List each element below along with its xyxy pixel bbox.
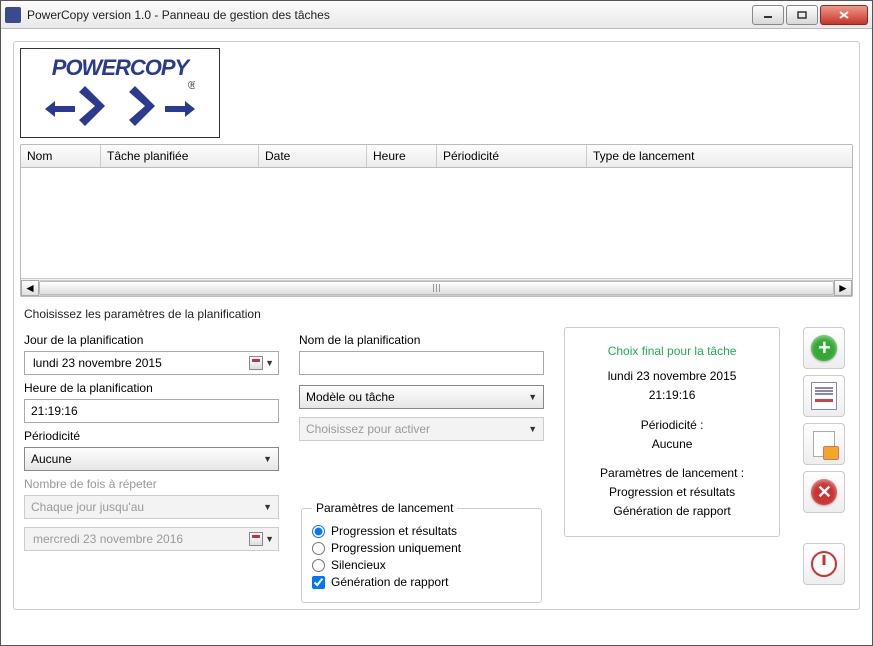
- date-picker[interactable]: lundi 23 novembre 2015 ▼: [24, 351, 279, 375]
- column-name-launch: Nom de la planification Modèle ou tâche …: [299, 327, 544, 603]
- plan-name-label: Nom de la planification: [299, 333, 544, 347]
- delete-button[interactable]: ✕: [803, 471, 845, 513]
- col-date[interactable]: Date: [259, 145, 367, 167]
- summary-periodicity-label: Périodicité :: [573, 416, 771, 435]
- section-title: Choisissez les paramètres de la planific…: [24, 307, 853, 321]
- app-icon: [5, 7, 21, 23]
- grid-header: Nom Tâche planifiée Date Heure Périodici…: [21, 145, 852, 168]
- repeat-label: Nombre de fois à répeter: [24, 477, 279, 491]
- close-button[interactable]: [820, 5, 868, 25]
- calendar-icon: [249, 532, 263, 546]
- logo-text: POWERCOPY: [52, 55, 188, 81]
- plan-name-input[interactable]: [299, 351, 544, 375]
- add-button[interactable]: +: [803, 327, 845, 369]
- col-type[interactable]: Type de lancement: [587, 145, 852, 167]
- periodicity-dropdown[interactable]: Aucune ▼: [24, 447, 279, 471]
- summary-time: 21:19:16: [573, 386, 771, 405]
- scroll-track[interactable]: [39, 280, 834, 296]
- col-nom[interactable]: Nom: [21, 145, 101, 167]
- radio-silent[interactable]: Silencieux: [312, 558, 531, 572]
- horizontal-scrollbar[interactable]: ◄ ►: [21, 278, 852, 296]
- content: POWERCOPY ® Nom Tâche planifiée Date: [1, 29, 872, 645]
- periodicity-value: Aucune: [31, 452, 72, 466]
- summary-periodicity-value: Aucune: [573, 435, 771, 454]
- until-date-picker: mercredi 23 novembre 2016 ▼: [24, 527, 279, 551]
- task-grid[interactable]: Nom Tâche planifiée Date Heure Périodici…: [20, 144, 853, 297]
- summary-launch-label: Paramètres de lancement :: [573, 464, 771, 483]
- chevron-down-icon: ▼: [265, 358, 274, 368]
- scroll-left-arrow-icon[interactable]: ◄: [21, 280, 39, 296]
- copy-folder-icon: [813, 431, 835, 457]
- column-summary: Choix final pour la tâche lundi 23 novem…: [564, 327, 780, 603]
- col-periodicite[interactable]: Périodicité: [437, 145, 587, 167]
- scroll-right-arrow-icon[interactable]: ►: [834, 280, 852, 296]
- until-date-value: mercredi 23 novembre 2016: [33, 532, 183, 546]
- maximize-button[interactable]: [786, 5, 818, 25]
- repeat-value: Chaque jour jusqu'au: [31, 500, 144, 514]
- activate-dropdown: Choisissez pour activer ▼: [299, 417, 544, 441]
- app-window: PowerCopy version 1.0 - Panneau de gesti…: [0, 0, 873, 646]
- summary-launch-1: Progression et résultats: [573, 483, 771, 502]
- time-label: Heure de la planification: [24, 381, 279, 395]
- activate-value: Choisissez pour activer: [306, 422, 430, 436]
- summary-date: lundi 23 novembre 2015: [573, 367, 771, 386]
- summary-head: Choix final pour la tâche: [573, 342, 771, 361]
- launch-params-group: Paramètres de lancement Progression et r…: [301, 501, 542, 603]
- radio-progress-only[interactable]: Progression uniquement: [312, 541, 531, 555]
- time-value: 21:19:16: [31, 404, 78, 418]
- document-icon: [811, 382, 837, 410]
- window-title: PowerCopy version 1.0 - Panneau de gesti…: [27, 8, 750, 22]
- time-input[interactable]: 21:19:16: [24, 399, 279, 423]
- column-schedule: Jour de la planification lundi 23 novemb…: [24, 327, 279, 603]
- power-icon: [811, 551, 837, 577]
- chevron-down-icon: ▼: [265, 534, 274, 544]
- model-dropdown[interactable]: Modèle ou tâche ▼: [299, 385, 544, 409]
- window-buttons: [750, 5, 868, 25]
- chevron-down-icon: ▼: [263, 454, 272, 464]
- chevron-down-icon: ▼: [528, 424, 537, 434]
- calendar-icon: [249, 356, 263, 370]
- chevron-down-icon: ▼: [528, 392, 537, 402]
- minimize-button[interactable]: [752, 5, 784, 25]
- summary-box: Choix final pour la tâche lundi 23 novem…: [564, 327, 780, 537]
- periodicity-label: Périodicité: [24, 429, 279, 443]
- column-actions: + ✕: [800, 327, 849, 603]
- radio-progress-only-input[interactable]: [312, 542, 325, 555]
- report-button[interactable]: [803, 375, 845, 417]
- svg-text:®: ®: [188, 81, 195, 92]
- plus-icon: +: [811, 335, 837, 361]
- grid-body[interactable]: [21, 168, 852, 278]
- power-button[interactable]: [803, 543, 845, 585]
- delete-icon: ✕: [811, 479, 837, 505]
- col-heure[interactable]: Heure: [367, 145, 437, 167]
- copy-button[interactable]: [803, 423, 845, 465]
- main-panel: POWERCOPY ® Nom Tâche planifiée Date: [13, 41, 860, 610]
- repeat-dropdown: Chaque jour jusqu'au ▼: [24, 495, 279, 519]
- logo: POWERCOPY ®: [20, 48, 220, 138]
- col-tache[interactable]: Tâche planifiée: [101, 145, 259, 167]
- date-value: lundi 23 novembre 2015: [33, 356, 162, 370]
- launch-legend: Paramètres de lancement: [312, 501, 457, 515]
- form-area: Jour de la planification lundi 23 novemb…: [20, 327, 853, 603]
- radio-progress-results-input[interactable]: [312, 525, 325, 538]
- radio-silent-input[interactable]: [312, 559, 325, 572]
- titlebar[interactable]: PowerCopy version 1.0 - Panneau de gesti…: [1, 1, 872, 29]
- model-value: Modèle ou tâche: [306, 390, 395, 404]
- radio-progress-results[interactable]: Progression et résultats: [312, 524, 531, 538]
- calendar-button[interactable]: ▼: [249, 356, 274, 370]
- check-report-input[interactable]: [312, 576, 325, 589]
- scroll-thumb[interactable]: [39, 281, 834, 295]
- chevron-down-icon: ▼: [263, 502, 272, 512]
- check-report[interactable]: Génération de rapport: [312, 575, 531, 589]
- logo-arrows-icon: ®: [45, 81, 195, 131]
- summary-launch-2: Génération de rapport: [573, 502, 771, 521]
- day-label: Jour de la planification: [24, 333, 279, 347]
